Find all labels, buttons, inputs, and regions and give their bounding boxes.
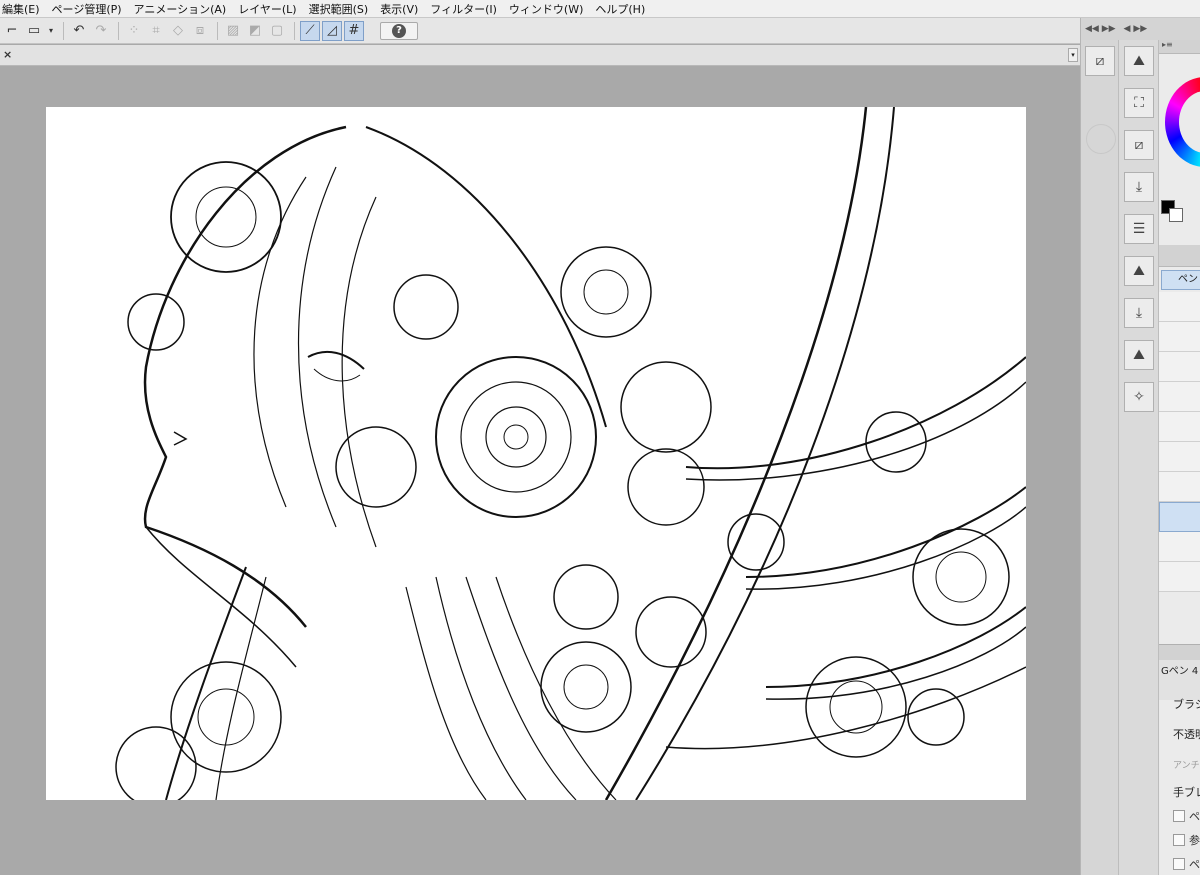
layer-list-icon[interactable]: ☰: [1124, 214, 1154, 244]
effect-icon[interactable]: ✧: [1124, 382, 1154, 412]
canvas-area[interactable]: [0, 67, 1080, 875]
snap-ruler-icon[interactable]: ⟋: [300, 20, 320, 41]
dock-collapse-row: ◀◀ ▶▶ ◀ ▶▶: [1081, 18, 1200, 40]
close-tab-button[interactable]: ×: [3, 48, 12, 61]
brush-preset[interactable]: [1159, 322, 1200, 352]
opacity-label: 不透明: [1173, 728, 1200, 741]
tool-panel: ▸≡ ペン Gペン 4 ブラシサ 不透明 アンチエ 手ブレ ペ 参 ペ 色の: [1159, 40, 1200, 875]
menu-page[interactable]: ページ管理(P): [50, 1, 132, 17]
toolbar-divider: [294, 21, 295, 40]
tool-property-header: [1159, 644, 1200, 660]
picture-icon[interactable]: ⛰: [1124, 340, 1154, 370]
brush-preset[interactable]: [1159, 442, 1200, 472]
subtool-panel-header: [1159, 245, 1200, 267]
option-checkbox-3[interactable]: [1173, 858, 1185, 870]
menu-edit[interactable]: 編集(E): [0, 1, 50, 17]
collapse-arrows-right[interactable]: ◀ ▶▶: [1124, 24, 1148, 34]
material-icon[interactable]: ⛰: [1124, 256, 1154, 286]
gradient-icon[interactable]: ◩: [245, 21, 265, 41]
brush-preset[interactable]: [1159, 472, 1200, 502]
save-icon[interactable]: ▭: [24, 21, 44, 41]
sub-color-swatch[interactable]: [1169, 208, 1183, 222]
brush-preset[interactable]: [1159, 562, 1200, 592]
menu-filter[interactable]: フィルター(I): [428, 1, 507, 17]
subtool-group-tab[interactable]: ペン: [1161, 270, 1200, 290]
toolbar-divider: [217, 21, 218, 40]
fill-icon[interactable]: ▨: [223, 21, 243, 41]
color-panel-header: ▸≡: [1159, 40, 1200, 54]
crop-icon[interactable]: ⌗: [146, 21, 166, 41]
layer-property-icon[interactable]: ⛶: [1124, 88, 1154, 118]
navigator-icon[interactable]: ⧄: [1085, 46, 1115, 76]
brush-preset[interactable]: [1159, 292, 1200, 322]
line-art-illustration: [115, 107, 1026, 800]
menu-window[interactable]: ウィンドウ(W): [507, 1, 593, 17]
clear-icon[interactable]: ◇: [168, 21, 188, 41]
brush-preset[interactable]: [1159, 352, 1200, 382]
menu-view[interactable]: 表示(V): [378, 1, 428, 17]
antialias-label: アンチエ: [1173, 761, 1200, 771]
subtool-group-label: ペン: [1178, 274, 1198, 285]
help-button[interactable]: ?: [380, 21, 418, 40]
menu-help[interactable]: ヘルプ(H): [593, 1, 655, 17]
brush-preset[interactable]: [1159, 532, 1200, 562]
option-checkbox-1-label: ペ: [1189, 810, 1200, 823]
palette-icon-strip-2: ⛰ ⛶ ⧄ ⤓ ☰ ⛰ ⤓ ⛰ ✧: [1119, 40, 1159, 875]
tool-property-name: Gペン 4: [1159, 660, 1200, 700]
open-file-icon[interactable]: ⌐: [2, 21, 22, 41]
snap-special-ruler-icon[interactable]: ◿: [322, 20, 342, 41]
option-checkbox-2[interactable]: [1173, 834, 1185, 846]
palette-icon-strip-1: ⧄: [1081, 40, 1119, 875]
option-checkbox-1[interactable]: [1173, 810, 1185, 822]
menu-selection[interactable]: 選択範囲(S): [307, 1, 379, 17]
brush-preset[interactable]: [1159, 382, 1200, 412]
brush-preset[interactable]: [1159, 412, 1200, 442]
tab-list-dropdown[interactable]: ▾: [1068, 48, 1078, 62]
menu-animation[interactable]: アニメーション(A): [132, 1, 237, 17]
select-all-icon[interactable]: ▢: [267, 21, 287, 41]
snap-grid-icon[interactable]: #: [344, 20, 364, 41]
redo-icon[interactable]: ↷: [91, 21, 111, 41]
toolbar-divider: [63, 21, 64, 40]
image-material-icon[interactable]: ⛰: [1124, 46, 1154, 76]
empty-slot-icon: [1086, 124, 1116, 154]
collapse-arrows-left[interactable]: ◀◀ ▶▶: [1085, 24, 1116, 34]
drawing-canvas[interactable]: [46, 107, 1026, 800]
stabilization-label: 手ブレ: [1173, 786, 1200, 799]
command-bar: ⌐ ▭ ▾ ↶ ↷ ⁘ ⌗ ◇ ⧈ ▨ ◩ ▢ ⟋ ◿ # ?: [0, 18, 1080, 44]
brush-preset-selected[interactable]: [1159, 502, 1200, 532]
help-icon: ?: [392, 23, 406, 38]
download-icon[interactable]: ⤓: [1124, 298, 1154, 328]
toolbar-divider: [118, 21, 119, 40]
menu-bar: 編集(E) ページ管理(P) アニメーション(A) レイヤー(L) 選択範囲(S…: [0, 0, 1200, 18]
undo-icon[interactable]: ↶: [69, 21, 89, 41]
option-checkbox-2-label: 参: [1189, 834, 1200, 847]
selection-launcher-icon[interactable]: ⁘: [124, 21, 144, 41]
save-dropdown-icon[interactable]: ▾: [46, 21, 56, 41]
menu-layer[interactable]: レイヤー(L): [236, 1, 306, 17]
brush-size-label: ブラシサ: [1173, 698, 1200, 711]
color-wheel[interactable]: [1165, 77, 1200, 167]
right-dock: ◀◀ ▶▶ ◀ ▶▶ ⧄ ⛰ ⛶ ⧄ ⤓ ☰ ⛰ ⤓ ⛰ ✧ ▸≡ ペン Gペン…: [1080, 18, 1200, 875]
transform-icon[interactable]: ⧈: [190, 21, 210, 41]
clear-layer-icon[interactable]: ⧄: [1124, 130, 1154, 160]
document-tab-strip: × ▾: [0, 45, 1080, 66]
import-icon[interactable]: ⤓: [1124, 172, 1154, 202]
option-checkbox-3-label: ペ: [1189, 858, 1200, 871]
